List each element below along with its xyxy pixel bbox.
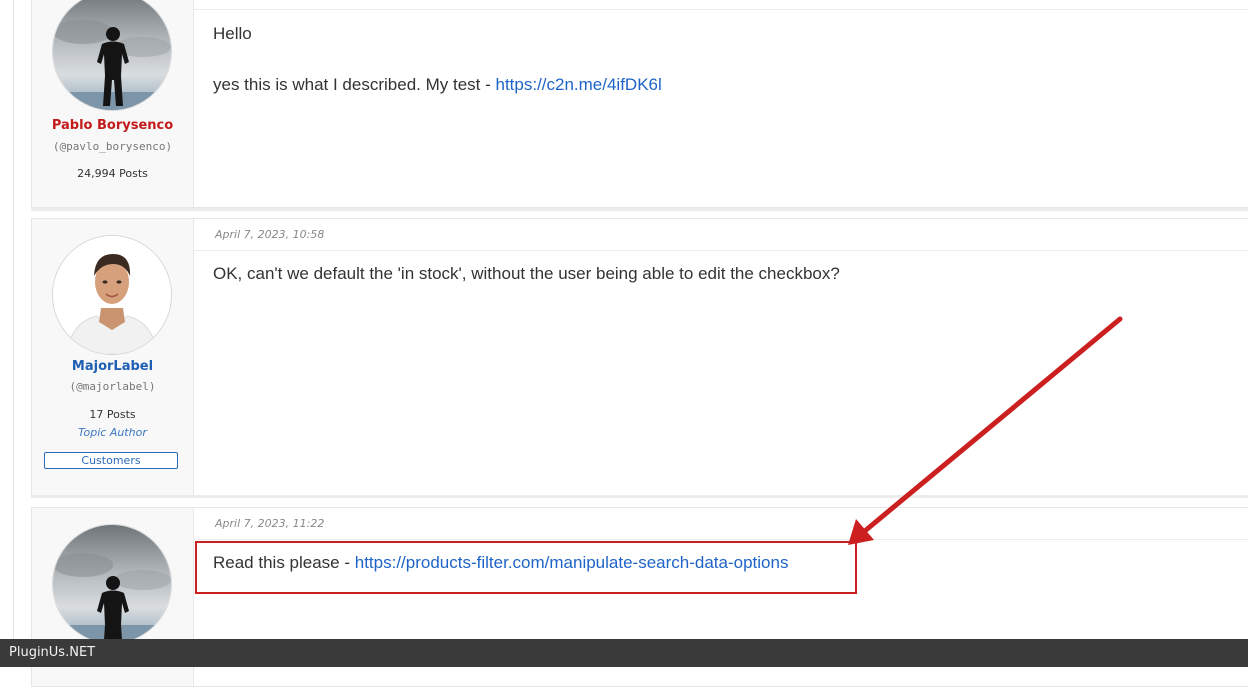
post-text-greeting: Hello	[213, 24, 252, 43]
post-header-divider	[194, 250, 1248, 251]
post-text-prefix: Read this please -	[213, 553, 355, 572]
post-text-body: Read this please - https://products-filt…	[213, 553, 788, 573]
footer-bar: PluginUs.NET	[0, 639, 1248, 667]
author-post-count: 17 Posts	[89, 408, 136, 421]
avatar[interactable]	[52, 235, 172, 355]
avatar-silhouette-icon	[53, 0, 171, 110]
role-badge-customers[interactable]: Customers	[44, 452, 178, 469]
post-separator	[31, 495, 1248, 498]
post-link[interactable]: https://c2n.me/4ifDK6l	[495, 75, 661, 94]
avatar[interactable]	[52, 524, 172, 644]
post-author-column: MajorLabel (@majorlabel) 17 Posts Topic …	[32, 219, 194, 495]
post-text-prefix: yes this is what I described. My test -	[213, 75, 496, 94]
post-text-body: OK, can't we default the 'in stock', wit…	[213, 264, 840, 283]
author-handle: (@pavlo_borysenco)	[52, 140, 173, 153]
post-header-divider	[194, 9, 1248, 10]
topic-author-label: Topic Author	[78, 426, 147, 439]
page-left-rule	[13, 0, 14, 667]
author-post-count: 24,994 Posts	[77, 167, 148, 180]
post-link[interactable]: https://products-filter.com/manipulate-s…	[355, 553, 789, 572]
forum-post-2: MajorLabel (@majorlabel) 17 Posts Topic …	[31, 218, 1248, 496]
author-handle: (@majorlabel)	[69, 380, 156, 393]
post-date: April 7, 2023, 10:58	[215, 228, 325, 241]
post-author-column: Pablo Borysenco (@pavlo_borysenco) 24,99…	[32, 0, 194, 207]
post-header-divider	[194, 539, 1248, 540]
footer-brand[interactable]: PluginUs.NET	[9, 645, 95, 660]
author-name-link[interactable]: Pablo Borysenco	[32, 118, 193, 133]
post-separator	[31, 208, 1248, 211]
avatar-silhouette-icon	[53, 525, 171, 643]
author-name-link[interactable]: MajorLabel	[32, 359, 193, 374]
forum-post-1: Pablo Borysenco (@pavlo_borysenco) 24,99…	[31, 0, 1248, 208]
post-text-body: yes this is what I described. My test - …	[213, 75, 662, 95]
avatar[interactable]	[52, 0, 172, 111]
avatar-portrait-icon	[53, 236, 171, 354]
post-date: April 7, 2023, 11:22	[215, 517, 325, 530]
